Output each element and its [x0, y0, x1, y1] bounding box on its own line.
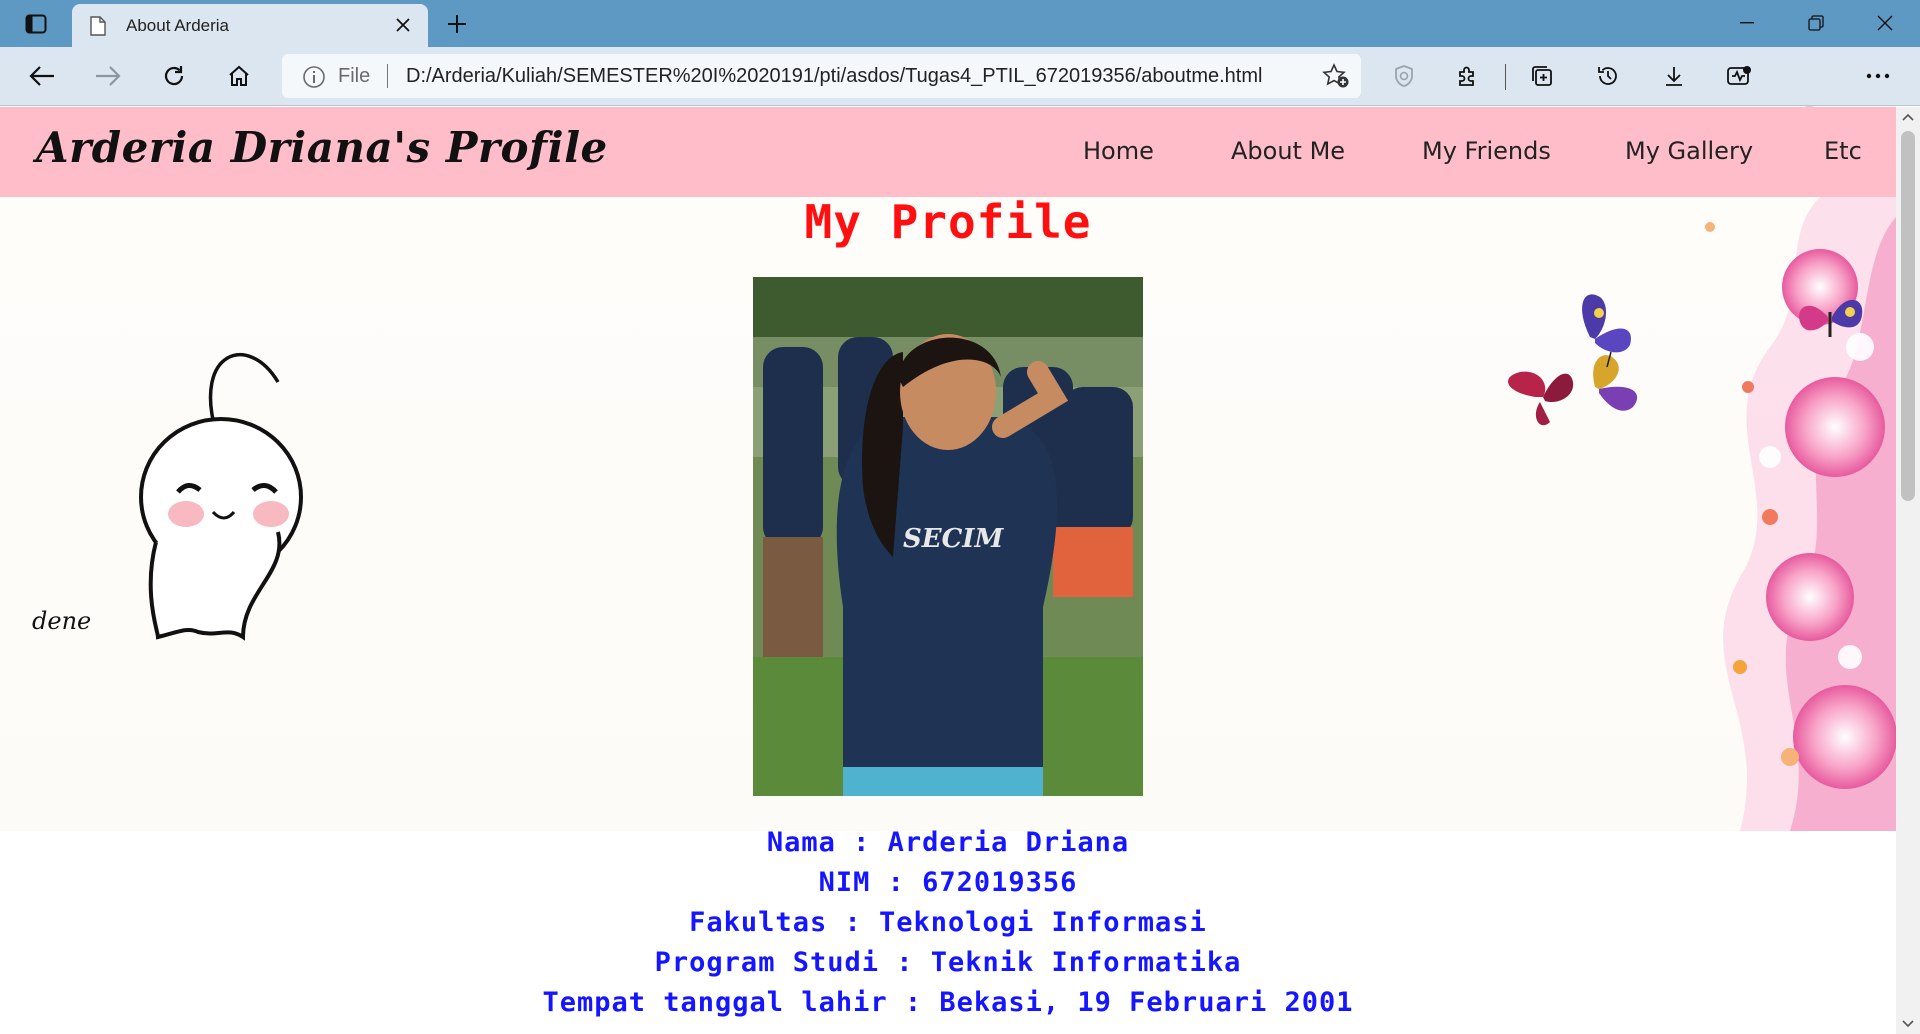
profile-details: Nama : Arderia Driana NIM : 672019356 Fa…	[0, 823, 1896, 1023]
address-separator	[387, 64, 388, 88]
svg-text:SECIM: SECIM	[903, 524, 1004, 554]
restore-icon	[1808, 15, 1824, 31]
close-icon	[1877, 15, 1893, 31]
settings-menu-button[interactable]	[1858, 56, 1898, 96]
minimize-icon	[1740, 22, 1754, 24]
site-brand: Arderia Driana's Profile	[36, 123, 608, 172]
collections-icon	[1532, 66, 1552, 86]
shield-icon	[1395, 65, 1413, 87]
browser-toolbar: File D:/Arderia/Kuliah/SEMESTER%20I%2020…	[0, 47, 1920, 140]
nav-etc[interactable]: Etc	[1824, 137, 1862, 165]
tracking-prevention-button[interactable]	[1384, 56, 1424, 96]
tab-strip: About Arderia	[0, 0, 1920, 47]
forward-button[interactable]	[88, 56, 128, 96]
history-icon	[1598, 67, 1617, 85]
detail-nama: Nama : Arderia Driana	[766, 827, 1130, 858]
tab-close-button[interactable]	[392, 14, 414, 36]
tab-actions-button[interactable]	[18, 10, 54, 38]
butterfly-red	[1508, 371, 1574, 426]
nav-my-friends[interactable]: My Friends	[1422, 137, 1551, 165]
detail-ttl: Tempat tanggal lahir : Bekasi, 19 Februa…	[542, 987, 1354, 1018]
site-navbar: Arderia Driana's Profile Home About Me M…	[0, 107, 1896, 197]
nav-about-me[interactable]: About Me	[1231, 137, 1345, 165]
nav-home[interactable]: Home	[1083, 137, 1154, 165]
performance-button[interactable]	[1719, 56, 1759, 96]
plus-icon	[448, 15, 466, 33]
butterflies-image	[1508, 294, 1638, 426]
heartbeat-icon	[1727, 66, 1751, 85]
more-icon	[1866, 73, 1890, 79]
tab-title: About Arderia	[126, 16, 230, 35]
butterfly-purple	[1582, 294, 1631, 353]
back-arrow-icon	[29, 66, 54, 86]
back-button[interactable]	[22, 56, 62, 96]
nav-my-gallery[interactable]: My Gallery	[1625, 137, 1753, 165]
scroll-down-icon[interactable]	[1902, 1020, 1914, 1028]
refresh-icon	[164, 66, 184, 86]
refresh-button[interactable]	[154, 56, 194, 96]
close-icon	[396, 18, 410, 32]
detail-program-studi: Program Studi : Teknik Informatika	[654, 947, 1242, 978]
profile-photo: SECIM	[753, 277, 1143, 796]
collections-button[interactable]	[1522, 56, 1562, 96]
history-button[interactable]	[1588, 56, 1628, 96]
home-icon	[229, 65, 249, 86]
restore-button[interactable]	[1793, 6, 1839, 40]
info-icon	[303, 66, 325, 88]
add-favorite-button[interactable]	[1321, 61, 1351, 91]
toolbar-divider	[1505, 64, 1506, 90]
new-tab-button[interactable]	[442, 10, 472, 38]
forward-arrow-icon	[96, 66, 121, 86]
detail-fakultas: Fakultas : Teknologi Informasi	[689, 907, 1207, 938]
extensions-button[interactable]	[1448, 56, 1488, 96]
doodle-character	[139, 353, 303, 641]
butterfly-yellow	[1593, 351, 1638, 411]
downloads-button[interactable]	[1654, 56, 1694, 96]
page-scrollbar[interactable]	[1896, 107, 1920, 1034]
download-icon	[1666, 67, 1682, 86]
scroll-up-icon[interactable]	[1902, 113, 1914, 121]
tab-actions-icon	[25, 14, 47, 34]
home-button[interactable]	[219, 56, 259, 96]
address-bar[interactable]: File D:/Arderia/Kuliah/SEMESTER%20I%2020…	[282, 54, 1361, 98]
doodle-signature: dene	[32, 607, 92, 635]
tab-about-arderia[interactable]: About Arderia	[72, 4, 428, 47]
butterfly-corner	[1799, 299, 1863, 337]
star-plus-icon	[1322, 63, 1349, 88]
page-viewport: dene Arderia Driana's Profile Home About…	[0, 107, 1896, 1034]
detail-nim: NIM : 672019356	[818, 867, 1078, 898]
address-scheme-label: File	[338, 65, 371, 87]
address-url[interactable]: D:/Arderia/Kuliah/SEMESTER%20I%2020191/p…	[406, 65, 1262, 88]
page-title: My Profile	[804, 195, 1092, 249]
scrollbar-thumb[interactable]	[1901, 131, 1915, 501]
close-window-button[interactable]	[1862, 6, 1908, 40]
puzzle-icon	[1459, 66, 1474, 86]
page-icon	[90, 16, 106, 36]
minimize-button[interactable]	[1724, 6, 1770, 40]
